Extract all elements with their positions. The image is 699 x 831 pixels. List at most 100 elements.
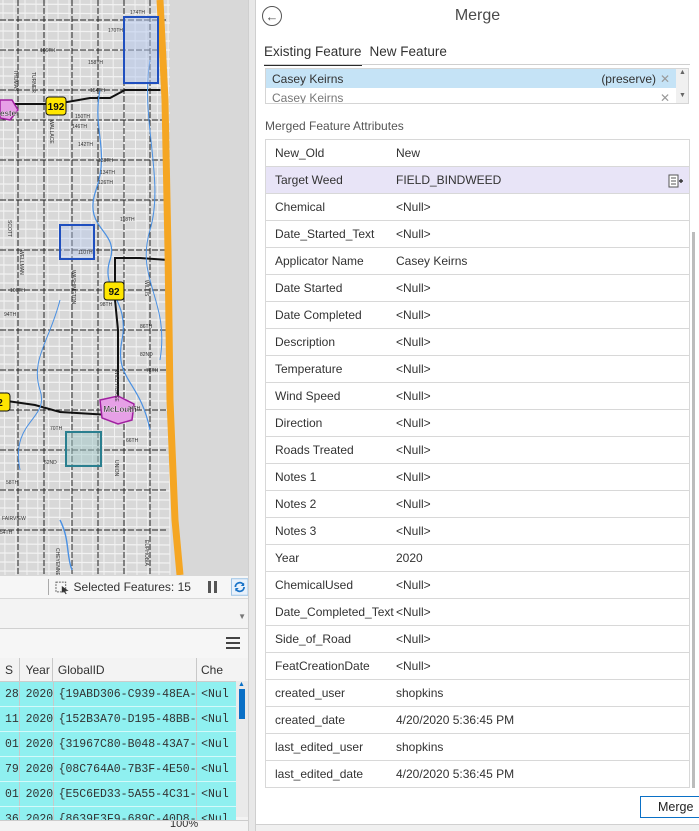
attribute-row[interactable]: Date Completed <Null> <box>266 302 689 329</box>
pane-scrollbar[interactable] <box>692 232 695 788</box>
column-header-s[interactable]: S <box>0 658 20 681</box>
attribute-row[interactable]: created_date 4/20/2020 5:36:45 PM <box>266 707 689 734</box>
attribute-value[interactable]: Casey Keirns <box>396 254 467 268</box>
attribute-value[interactable]: shopkins <box>396 686 443 700</box>
column-header-chemical[interactable]: Che <box>197 658 236 681</box>
scroll-down-icon[interactable]: ▼ <box>679 92 686 99</box>
attribute-value[interactable]: New <box>396 146 420 160</box>
scroll-up-icon[interactable]: ▲ <box>238 681 245 688</box>
value-picker-icon[interactable] <box>668 173 684 189</box>
attribute-name: Date Started <box>275 281 343 295</box>
attribute-value[interactable]: <Null> <box>396 578 431 592</box>
table-zoom-level[interactable]: 100% <box>170 821 198 830</box>
attribute-row[interactable]: Temperature <Null> <box>266 356 689 383</box>
table-row[interactable]: 012020{31967C80-B048-43A7-A8E6<Nul <box>0 732 236 757</box>
attribute-value[interactable]: <Null> <box>396 200 431 214</box>
attribute-row[interactable]: Year 2020 <box>266 545 689 572</box>
attribute-value[interactable]: 4/20/2020 5:36:45 PM <box>396 767 514 781</box>
pane-title: Merge <box>454 7 501 24</box>
table-row[interactable]: 792020{08C764A0-7B3F-4E50-AB6<Nul <box>0 757 236 782</box>
map-status-bar: Selected Features: 15 <box>0 575 248 599</box>
attribute-value[interactable]: <Null> <box>396 659 431 673</box>
pane-splitter[interactable] <box>248 0 256 831</box>
attribute-name: Target Weed <box>275 173 343 187</box>
attribute-value[interactable]: <Null> <box>396 605 431 619</box>
attribute-row[interactable]: Date_Started_Text <Null> <box>266 221 689 248</box>
remove-icon[interactable]: ✕ <box>660 72 670 86</box>
street-label: 138TH <box>98 158 113 164</box>
attribute-row[interactable]: Date_Completed_Text <Null> <box>266 599 689 626</box>
tab-new-feature[interactable]: New Feature <box>370 44 447 66</box>
attribute-row[interactable]: Side_of_Road <Null> <box>266 626 689 653</box>
table-row[interactable]: 282020{19ABD306-C939-48EA-A8F<Nul <box>0 682 236 707</box>
attribute-row[interactable]: last_edited_user shopkins <box>266 734 689 761</box>
attribute-value[interactable]: <Null> <box>396 524 431 538</box>
attribute-value[interactable]: <Null> <box>396 470 431 484</box>
attribute-row[interactable]: ChemicalUsed <Null> <box>266 572 689 599</box>
attribute-row[interactable]: Date Started <Null> <box>266 275 689 302</box>
attribute-row[interactable]: New_Old New <box>266 140 689 167</box>
pause-drawing-button[interactable] <box>205 579 221 595</box>
attribute-name: Description <box>275 335 336 349</box>
attribute-row[interactable]: FeatCreationDate <Null> <box>266 653 689 680</box>
attribute-value[interactable]: <Null> <box>396 416 431 430</box>
attribute-row[interactable]: Notes 3 <Null> <box>266 518 689 545</box>
scrollbar-thumb[interactable] <box>239 689 245 719</box>
refresh-icon[interactable] <box>230 578 249 596</box>
table-menu-icon[interactable] <box>226 637 240 649</box>
map-view[interactable]: 174TH 170TH 166TH 158TH 154TH 150TH 146TH 142TH… <box>0 0 248 575</box>
selection-icon[interactable] <box>55 579 71 595</box>
attribute-row[interactable]: Description <Null> <box>266 329 689 356</box>
attribute-value[interactable]: <Null> <box>396 443 431 457</box>
arcgis-merge-window: 174TH 170TH 166TH 158TH 154TH 150TH 146TH 142TH… <box>0 0 699 831</box>
bottom-tab-strip <box>256 824 699 831</box>
street-label: 94TH <box>4 312 17 318</box>
table-row[interactable]: 362020{8639E3F9-689C-40D8-B124<Nul <box>0 807 236 820</box>
attribute-row[interactable]: Direction <Null> <box>266 410 689 437</box>
street-label: SCOTT <box>6 220 12 237</box>
attribute-row[interactable]: last_edited_date 4/20/2020 5:36:45 PM <box>266 761 689 788</box>
attribute-value[interactable]: <Null> <box>396 362 431 376</box>
chevron-down-icon[interactable]: ▼ <box>238 612 246 621</box>
attribute-row[interactable]: Applicator Name Casey Keirns <box>266 248 689 275</box>
attribute-row[interactable]: Roads Treated <Null> <box>266 437 689 464</box>
attribute-value[interactable]: 4/20/2020 5:36:45 PM <box>396 713 514 727</box>
attribute-row[interactable]: Wind Speed <Null> <box>266 383 689 410</box>
attribute-value[interactable]: <Null> <box>396 632 431 646</box>
attribute-value[interactable]: 2020 <box>396 551 423 565</box>
feature-list-item[interactable]: Casey Keirns (preserve) ✕ <box>266 69 688 88</box>
attribute-value[interactable]: <Null> <box>396 389 431 403</box>
attribute-value[interactable]: <Null> <box>396 227 431 241</box>
scroll-up-icon[interactable]: ▲ <box>679 69 686 76</box>
map-canvas[interactable]: 174TH 170TH 166TH 158TH 154TH 150TH 146TH 142TH… <box>0 0 248 575</box>
attribute-value[interactable]: <Null> <box>396 308 431 322</box>
attribute-value[interactable]: FIELD_BINDWEED <box>396 173 501 187</box>
attribute-name: created_user <box>275 686 346 700</box>
attribute-row[interactable]: Notes 2 <Null> <box>266 491 689 518</box>
merge-button[interactable]: Merge <box>640 796 699 818</box>
attribute-value[interactable]: <Null> <box>396 281 431 295</box>
street-label: 78TH <box>146 368 159 374</box>
remove-icon[interactable]: ✕ <box>660 91 670 104</box>
table-row[interactable]: 112020{152B3A70-D195-48BB-AE8<Nul <box>0 707 236 732</box>
attribute-name: ChemicalUsed <box>275 578 354 592</box>
attribute-row[interactable]: Target Weed FIELD_BINDWEED <box>266 167 689 194</box>
street-label: 54TH <box>0 530 13 536</box>
attribute-row[interactable]: Chemical <Null> <box>266 194 689 221</box>
cell-year: 2020 <box>20 682 54 706</box>
table-row[interactable]: 012020{E5C6ED33-5A55-4C31-929<Nul <box>0 782 236 807</box>
column-header-globalid[interactable]: GlobalID <box>53 658 197 681</box>
attribute-value[interactable]: <Null> <box>396 497 431 511</box>
attribute-row[interactable]: Notes 1 <Null> <box>266 464 689 491</box>
column-header-year[interactable]: Year <box>20 658 53 681</box>
street-label: THOMAS <box>12 70 18 92</box>
feature-list-scrollbar[interactable]: ▲ ▼ <box>676 69 688 103</box>
tab-existing-feature[interactable]: Existing Feature <box>264 44 362 66</box>
cell-chemical: <Nul <box>201 787 229 801</box>
cell-year: 2020 <box>20 732 54 756</box>
attribute-value[interactable]: shopkins <box>396 740 443 754</box>
table-scrollbar[interactable]: ▲ <box>236 681 248 817</box>
attribute-value[interactable]: <Null> <box>396 335 431 349</box>
attribute-row[interactable]: created_user shopkins <box>266 680 689 707</box>
feature-list-item[interactable]: Casey Keirns ✕ <box>266 88 688 104</box>
